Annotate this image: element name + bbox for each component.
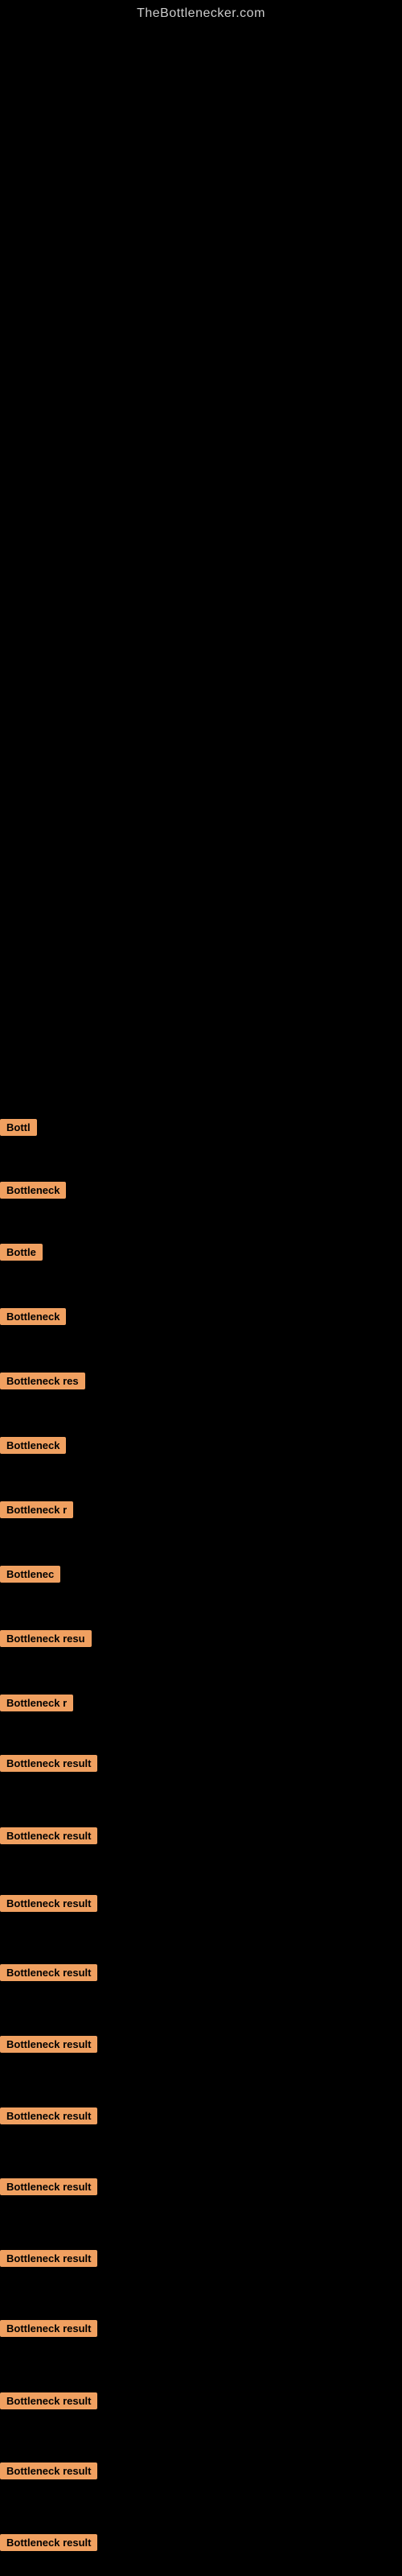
bottleneck-result-row: Bottleneck res xyxy=(0,1373,85,1393)
bottleneck-result-row: Bottleneck result xyxy=(0,2178,97,2199)
bottleneck-result-badge[interactable]: Bottleneck result xyxy=(0,2036,97,2053)
bottleneck-result-row: Bottlenec xyxy=(0,1566,60,1587)
bottleneck-result-row: Bottleneck result xyxy=(0,1827,97,1848)
bottleneck-result-badge[interactable]: Bottleneck xyxy=(0,1308,66,1325)
bottleneck-result-row: Bottleneck result xyxy=(0,2107,97,2128)
bottleneck-result-row: Bottleneck result xyxy=(0,2320,97,2341)
bottleneck-result-row: Bottleneck resu xyxy=(0,1630,92,1651)
bottleneck-result-row: Bottleneck result xyxy=(0,2036,97,2057)
bottleneck-result-row: Bottleneck xyxy=(0,1308,66,1329)
bottleneck-result-row: Bottl xyxy=(0,1119,37,1140)
bottleneck-result-badge[interactable]: Bottleneck result xyxy=(0,2178,97,2195)
bottleneck-result-row: Bottleneck result xyxy=(0,2392,97,2413)
bottleneck-result-badge[interactable]: Bottl xyxy=(0,1119,37,1136)
bottleneck-result-badge[interactable]: Bottleneck result xyxy=(0,2534,97,2551)
bottleneck-result-badge[interactable]: Bottleneck result xyxy=(0,2320,97,2337)
bottleneck-result-row: Bottleneck result xyxy=(0,1755,97,1776)
bottleneck-result-badge[interactable]: Bottleneck res xyxy=(0,1373,85,1389)
bottleneck-result-row: Bottleneck xyxy=(0,1437,66,1458)
bottleneck-result-badge[interactable]: Bottleneck result xyxy=(0,1895,97,1912)
bottleneck-result-badge[interactable]: Bottleneck xyxy=(0,1182,66,1199)
bottleneck-result-badge[interactable]: Bottleneck result xyxy=(0,2462,97,2479)
bottleneck-result-badge[interactable]: Bottleneck result xyxy=(0,1755,97,1772)
bottleneck-result-row: Bottleneck result xyxy=(0,1895,97,1916)
bottleneck-result-badge[interactable]: Bottleneck r xyxy=(0,1501,73,1518)
bottleneck-result-badge[interactable]: Bottleneck result xyxy=(0,1827,97,1844)
bottleneck-result-badge[interactable]: Bottleneck xyxy=(0,1437,66,1454)
bottleneck-result-row: Bottleneck result xyxy=(0,1964,97,1985)
bottleneck-result-badge[interactable]: Bottleneck result xyxy=(0,2107,97,2124)
bottleneck-result-badge[interactable]: Bottlenec xyxy=(0,1566,60,1583)
bottleneck-result-badge[interactable]: Bottleneck resu xyxy=(0,1630,92,1647)
bottleneck-result-badge[interactable]: Bottleneck r xyxy=(0,1695,73,1711)
bottleneck-result-badge[interactable]: Bottleneck result xyxy=(0,1964,97,1981)
site-title: TheBottlenecker.com xyxy=(0,0,402,21)
bottleneck-result-badge[interactable]: Bottleneck result xyxy=(0,2392,97,2409)
bottleneck-result-row: Bottle xyxy=(0,1244,43,1265)
bottleneck-result-row: Bottleneck result xyxy=(0,2462,97,2483)
bottleneck-result-row: Bottleneck result xyxy=(0,2250,97,2271)
bottleneck-result-badge[interactable]: Bottle xyxy=(0,1244,43,1261)
bottleneck-result-row: Bottleneck xyxy=(0,1182,66,1203)
bottleneck-result-row: Bottleneck r xyxy=(0,1501,73,1522)
bottleneck-result-row: Bottleneck r xyxy=(0,1695,73,1715)
bottleneck-result-row: Bottleneck result xyxy=(0,2534,97,2555)
bottleneck-result-badge[interactable]: Bottleneck result xyxy=(0,2250,97,2267)
